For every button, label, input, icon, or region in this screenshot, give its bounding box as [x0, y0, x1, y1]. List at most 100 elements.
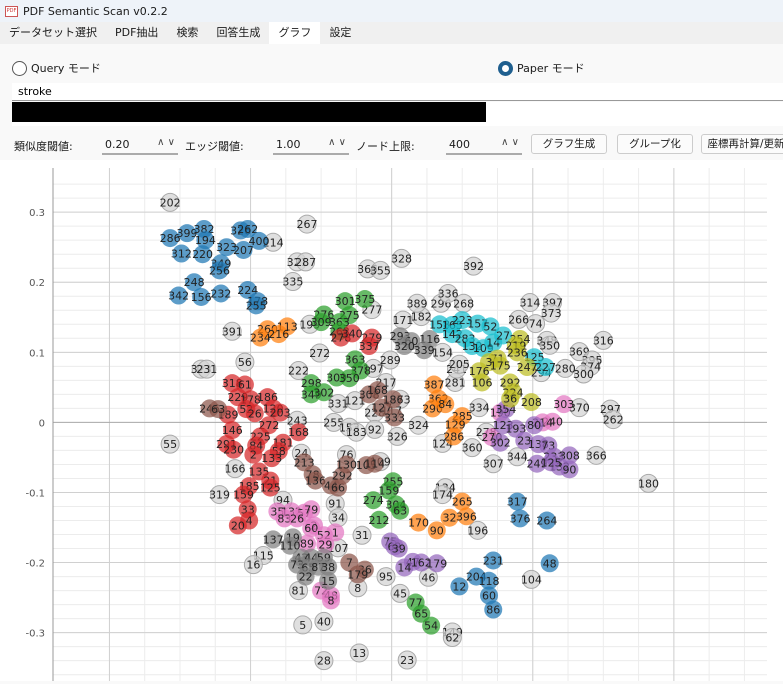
- node-375[interactable]: 375: [354, 290, 375, 309]
- node-317[interactable]: 317: [507, 492, 528, 511]
- node-28[interactable]: 28: [314, 651, 334, 671]
- node-12[interactable]: 12: [450, 577, 469, 596]
- node-175[interactable]: 175: [490, 356, 511, 375]
- node-90[interactable]: 90: [427, 521, 446, 540]
- node-159[interactable]: 159: [378, 481, 399, 500]
- node-320[interactable]: 320: [394, 337, 415, 356]
- node-227[interactable]: 227: [535, 358, 556, 377]
- node-179[interactable]: 179: [426, 554, 447, 573]
- node-391[interactable]: 391: [222, 321, 243, 341]
- node-95[interactable]: 95: [376, 567, 396, 587]
- node-55[interactable]: 55: [160, 434, 180, 454]
- node-125[interactable]: 125: [260, 478, 281, 497]
- node-45[interactable]: 45: [390, 583, 410, 603]
- node-170[interactable]: 170: [408, 513, 429, 532]
- node-350[interactable]: 350: [339, 369, 360, 388]
- node-80[interactable]: 80: [525, 416, 544, 435]
- node-266[interactable]: 266: [508, 309, 529, 329]
- node-39[interactable]: 39: [389, 539, 408, 558]
- node-230[interactable]: 230: [223, 440, 244, 459]
- node-20[interactable]: 20: [228, 516, 247, 535]
- node-376[interactable]: 376: [510, 509, 531, 528]
- node-326[interactable]: 326: [387, 426, 408, 446]
- node-333[interactable]: 333: [384, 408, 405, 427]
- node-272[interactable]: 272: [309, 343, 330, 363]
- node-13[interactable]: 13: [349, 643, 369, 663]
- node-limit-spinbox[interactable]: 400 ∧ ∨: [446, 135, 522, 155]
- spin-arrows-icon[interactable]: ∧ ∨: [157, 137, 175, 148]
- node-231[interactable]: 231: [483, 551, 504, 570]
- similarity-spinbox[interactable]: 0.20 ∧ ∨: [102, 135, 178, 155]
- node-106[interactable]: 106: [471, 373, 492, 392]
- node-8[interactable]: 8: [321, 591, 340, 610]
- node-63[interactable]: 63: [209, 400, 228, 419]
- node-2[interactable]: 2: [244, 445, 263, 464]
- node-316[interactable]: 316: [593, 330, 614, 350]
- node-324[interactable]: 324: [408, 415, 429, 435]
- query-mode-radio[interactable]: Query モード: [12, 60, 101, 76]
- node-256[interactable]: 256: [209, 261, 230, 280]
- node-314[interactable]: 314: [519, 293, 540, 313]
- node-280[interactable]: 280: [555, 358, 576, 378]
- node-16[interactable]: 16: [243, 555, 263, 575]
- node-289[interactable]: 289: [380, 350, 401, 370]
- scatter-plot[interactable]: 0.3 0.2 0.1 0 -0.1 -0.2 -0.3 202 267 2 14 32 1 287 335…: [0, 160, 783, 681]
- node-312[interactable]: 312: [171, 244, 192, 263]
- node-156[interactable]: 156: [191, 287, 212, 306]
- spin-arrows-icon[interactable]: ∧ ∨: [328, 137, 346, 148]
- node-202[interactable]: 202: [160, 192, 181, 212]
- node-86[interactable]: 86: [484, 600, 503, 619]
- tab-settings[interactable]: 設定: [320, 22, 360, 44]
- spin-arrows-icon[interactable]: ∧ ∨: [501, 137, 519, 148]
- node-216[interactable]: 216: [268, 325, 289, 344]
- node-300[interactable]: 300: [573, 364, 594, 384]
- node-183[interactable]: 183: [346, 422, 367, 442]
- node-56[interactable]: 56: [235, 352, 255, 372]
- recompute-button[interactable]: 座標再計算/更新: [701, 134, 783, 154]
- node-302[interactable]: 302: [313, 383, 334, 402]
- node-31[interactable]: 31: [352, 525, 372, 545]
- node-396[interactable]: 396: [456, 507, 477, 526]
- node-262[interactable]: 262: [603, 410, 624, 430]
- node-335[interactable]: 335: [282, 272, 303, 292]
- generate-graph-button[interactable]: グラフ生成: [531, 134, 607, 154]
- tab-graph[interactable]: グラフ: [269, 22, 321, 44]
- node-337[interactable]: 337: [359, 337, 380, 356]
- node-208[interactable]: 208: [521, 393, 542, 412]
- edge-spinbox[interactable]: 1.00 ∧ ∨: [273, 135, 349, 155]
- node-104[interactable]: 104: [521, 569, 542, 589]
- node-23[interactable]: 23: [397, 650, 417, 670]
- node-5[interactable]: 5: [293, 615, 313, 635]
- node-247[interactable]: 247: [517, 358, 538, 377]
- node-302[interactable]: 302: [490, 433, 511, 452]
- node-255[interactable]: 255: [246, 296, 267, 315]
- node-212[interactable]: 212: [368, 510, 389, 529]
- node-74[interactable]: 74: [526, 314, 546, 334]
- scatter-svg[interactable]: 0.3 0.2 0.1 0 -0.1 -0.2 -0.3 202 267 2 14 32 1 287 335…: [0, 160, 783, 681]
- node-392[interactable]: 392: [463, 256, 484, 276]
- node-179[interactable]: 179: [347, 565, 368, 584]
- node-342[interactable]: 342: [168, 286, 189, 305]
- node-231[interactable]: 231: [196, 359, 217, 379]
- node-344[interactable]: 344: [507, 447, 528, 467]
- node-22[interactable]: 22: [296, 567, 315, 586]
- node-125[interactable]: 125: [541, 453, 562, 472]
- node-36[interactable]: 36: [501, 389, 520, 408]
- node-62[interactable]: 62: [442, 628, 462, 648]
- node-90[interactable]: 90: [560, 460, 579, 479]
- node-63[interactable]: 63: [391, 501, 410, 520]
- node-360[interactable]: 360: [462, 438, 483, 458]
- node-264[interactable]: 264: [536, 511, 557, 530]
- node-186[interactable]: 186: [383, 390, 404, 409]
- node-303[interactable]: 303: [553, 395, 574, 414]
- node-267[interactable]: 267: [296, 214, 317, 234]
- node-400[interactable]: 400: [249, 231, 270, 250]
- query-input[interactable]: [12, 83, 783, 101]
- node-54[interactable]: 54: [422, 616, 441, 635]
- node-48[interactable]: 48: [540, 554, 559, 573]
- node-180[interactable]: 180: [638, 473, 659, 493]
- node-15[interactable]: 15: [319, 571, 338, 590]
- node-286[interactable]: 286: [443, 427, 464, 446]
- node-114[interactable]: 114: [364, 454, 385, 473]
- node-319[interactable]: 319: [209, 485, 230, 505]
